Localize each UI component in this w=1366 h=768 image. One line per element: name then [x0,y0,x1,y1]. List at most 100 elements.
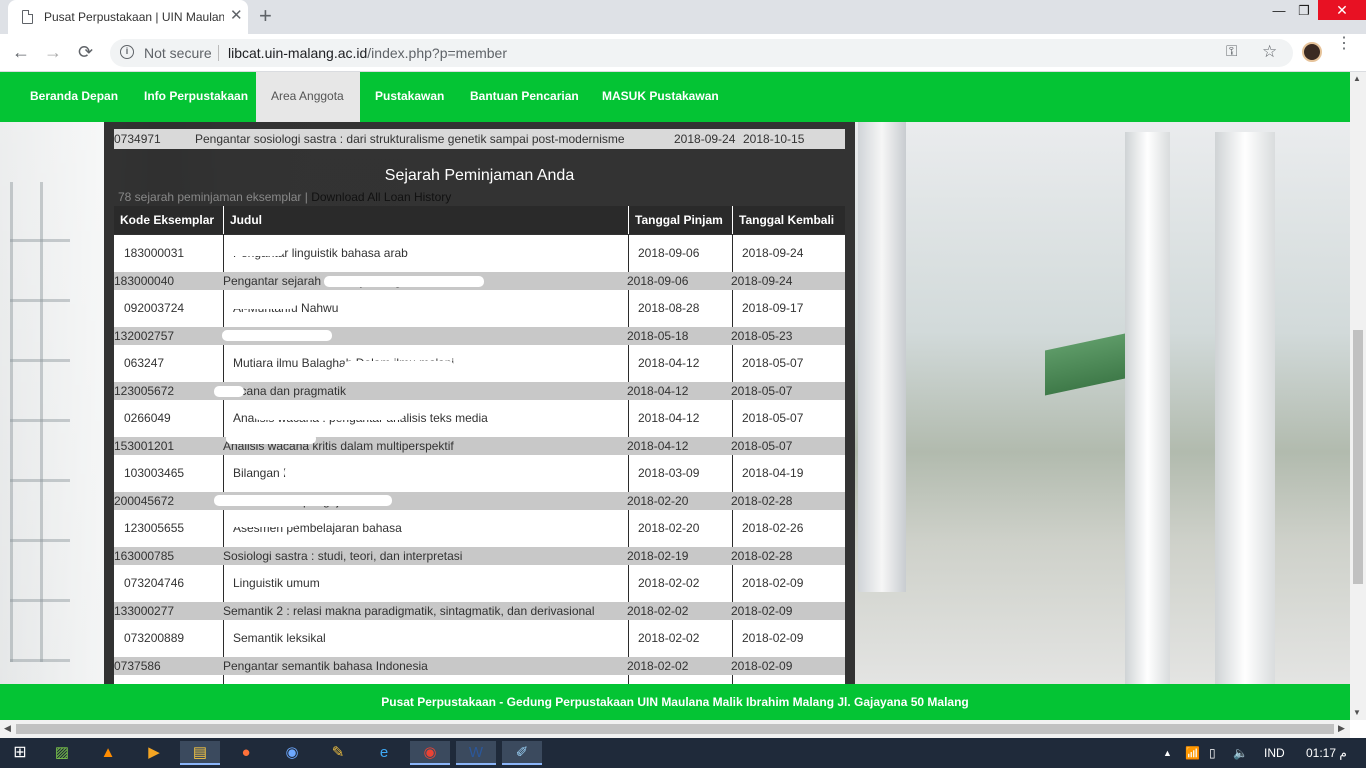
download-history-link[interactable]: Download All Loan History [311,190,451,204]
nav-beranda-depan[interactable]: Beranda Depan [15,72,133,122]
header-tanggal-pinjam: Tanggal Pinjam [635,213,723,227]
redaction-mark [214,386,244,397]
cell-return-date: 2018-05-07 [742,356,804,370]
table-row: 063247 Mutiara ilmu Balaghah Dalam ilmu … [114,345,845,382]
omnibox-divider [218,45,219,61]
word-icon[interactable]: W [456,741,496,765]
header-judul: Judul [230,213,262,227]
scroll-right-icon[interactable]: ▶ [1338,723,1345,734]
media-player-icon[interactable]: ▶ [134,741,174,765]
browser-tab[interactable]: Pusat Perpustakaan | UIN Maulana Malik I… [8,0,248,34]
firefox-icon[interactable]: ● [226,741,266,765]
scroll-left-icon[interactable]: ◀ [4,723,11,734]
volume-icon[interactable]: 🔈 [1233,746,1248,760]
key-icon[interactable]: ⚿ [1226,43,1237,60]
tab-close-icon[interactable]: ✕ [230,8,243,24]
file-manager-icon[interactable]: ▨ [42,741,82,765]
table-row: 103003465 Bilangan F 2018-03-09 2018-04-… [114,455,845,492]
horizontal-scrollbar[interactable]: ◀ ▶ [0,720,1350,738]
cell-divider [628,565,629,602]
cell-code: 0737586 [114,659,161,673]
redaction-mark [254,409,404,420]
background-pillar [1215,132,1275,712]
vlc-icon[interactable]: ▲ [88,741,128,765]
bookmark-star-icon[interactable]: ☆ [1262,42,1277,62]
security-label[interactable]: Not secure [144,45,212,61]
cell-code: 073204746 [124,576,185,590]
cell-loan-date: 2018-02-02 [638,631,700,645]
table-row: 153001201 Analisis wacana kritis dalam m… [114,433,845,455]
cell-loan-date: 2018-04-12 [627,384,689,398]
nav-pustakawan[interactable]: Pustakawan [360,72,459,122]
cell-return-date: 2018-09-17 [742,301,804,315]
page-viewport: Beranda Depan Info Perpustakaan Area Ang… [0,72,1350,720]
start-icon[interactable]: ⊞ [0,741,40,765]
nav-masuk-pustakawan[interactable]: MASUK Pustakawan [587,72,734,122]
table-row: 073200889 Semantik leksikal 2018-02-02 2… [114,620,845,657]
cell-loan-date: 2018-02-02 [638,576,700,590]
paint-icon[interactable]: ✐ [502,741,542,765]
cell-divider [223,290,224,327]
new-tab-button[interactable]: + [259,4,272,28]
file-explorer-icon[interactable]: ▤ [180,741,220,765]
main-nav: Beranda Depan Info Perpustakaan Area Ang… [0,72,1350,122]
cell-title: Semantik 2 : relasi makna paradigmatik, … [223,604,595,618]
scroll-thumb[interactable] [1353,330,1363,584]
browser-tabstrip: Pusat Perpustakaan | UIN Maulana Malik I… [0,0,1366,34]
cell-loan-date: 2018-04-12 [627,439,689,453]
cell-code: 0266049 [124,411,171,425]
history-table-header: Kode Eksemplar Judul Tanggal Pinjam Tang… [114,206,845,234]
header-kode: Kode Eksemplar [120,213,215,227]
nav-info-perpustakaan[interactable]: Info Perpustakaan [129,72,263,122]
cell-divider [628,235,629,272]
scroll-thumb[interactable] [16,724,1334,734]
nav-bantuan-pencarian[interactable]: Bantuan Pencarian [455,72,594,122]
table-row: 200045672 Bahasa dalam pengajaran 2018-0… [114,492,845,510]
cell-loan-date: 2018-03-09 [638,466,700,480]
chrome-canary-icon[interactable]: ◉ [272,741,312,765]
back-button[interactable]: ← [12,42,30,62]
cell-divider [732,235,733,272]
table-row: 0737586 Pengantar semantik bahasa Indone… [114,657,845,675]
close-window-button[interactable]: ✕ [1318,0,1366,20]
cell-return-date: 2018-02-09 [731,659,793,673]
profile-avatar[interactable] [1302,42,1322,62]
forward-button[interactable]: → [44,42,62,62]
address-bar[interactable]: i Not secure libcat.uin-malang.ac.id/ind… [110,39,1293,67]
header-divider [628,206,629,234]
redaction-mark [324,276,484,287]
browser-toolbar: ← → ⟳ i Not secure libcat.uin-malang.ac.… [0,34,1366,72]
url-text[interactable]: libcat.uin-malang.ac.id/index.php?p=memb… [228,45,507,61]
vertical-scrollbar[interactable]: ▲ ▼ [1350,72,1366,720]
nav-area-anggota[interactable]: Area Anggota [256,72,360,122]
bitcoin-tool-icon[interactable]: ✎ [318,741,358,765]
chrome-icon[interactable]: ◉ [410,741,450,765]
current-loan-row: 0734971 Pengantar sosiologi sastra : dar… [114,129,845,149]
power-icon[interactable]: ▯ [1209,746,1216,760]
cell-loan-date: 2018-02-02 [627,604,689,618]
language-indicator[interactable]: IND [1264,746,1285,760]
cell-return-date: 2018-04-19 [742,466,804,480]
network-icon[interactable]: 📶 [1185,746,1200,760]
cell-divider [628,620,629,657]
cell-loan-date: 2018-09-06 [627,274,689,288]
scroll-up-icon[interactable]: ▲ [1353,74,1361,83]
cell-loan-date: 2018-02-20 [627,494,689,508]
reload-button[interactable]: ⟳ [78,42,93,62]
cell-divider [223,510,224,547]
menu-kebab-icon[interactable]: ⋮ [1336,36,1352,52]
info-icon[interactable]: i [120,45,134,59]
cell-code: 183000031 [124,246,185,260]
current-loan-date: 2018-09-24 [674,132,736,146]
scroll-down-icon[interactable]: ▼ [1353,708,1361,717]
current-loan-due: 2018-10-15 [743,132,805,146]
cell-divider [732,620,733,657]
cell-divider [628,400,629,437]
tray-expand-icon[interactable]: ▲ [1163,748,1172,758]
cell-divider [732,345,733,382]
internet-explorer-icon[interactable]: e [364,741,404,765]
cell-divider [628,455,629,492]
maximize-button[interactable]: ❐ [1289,2,1319,20]
clock[interactable]: 01:17 م [1306,746,1347,760]
redaction-mark [222,330,332,341]
